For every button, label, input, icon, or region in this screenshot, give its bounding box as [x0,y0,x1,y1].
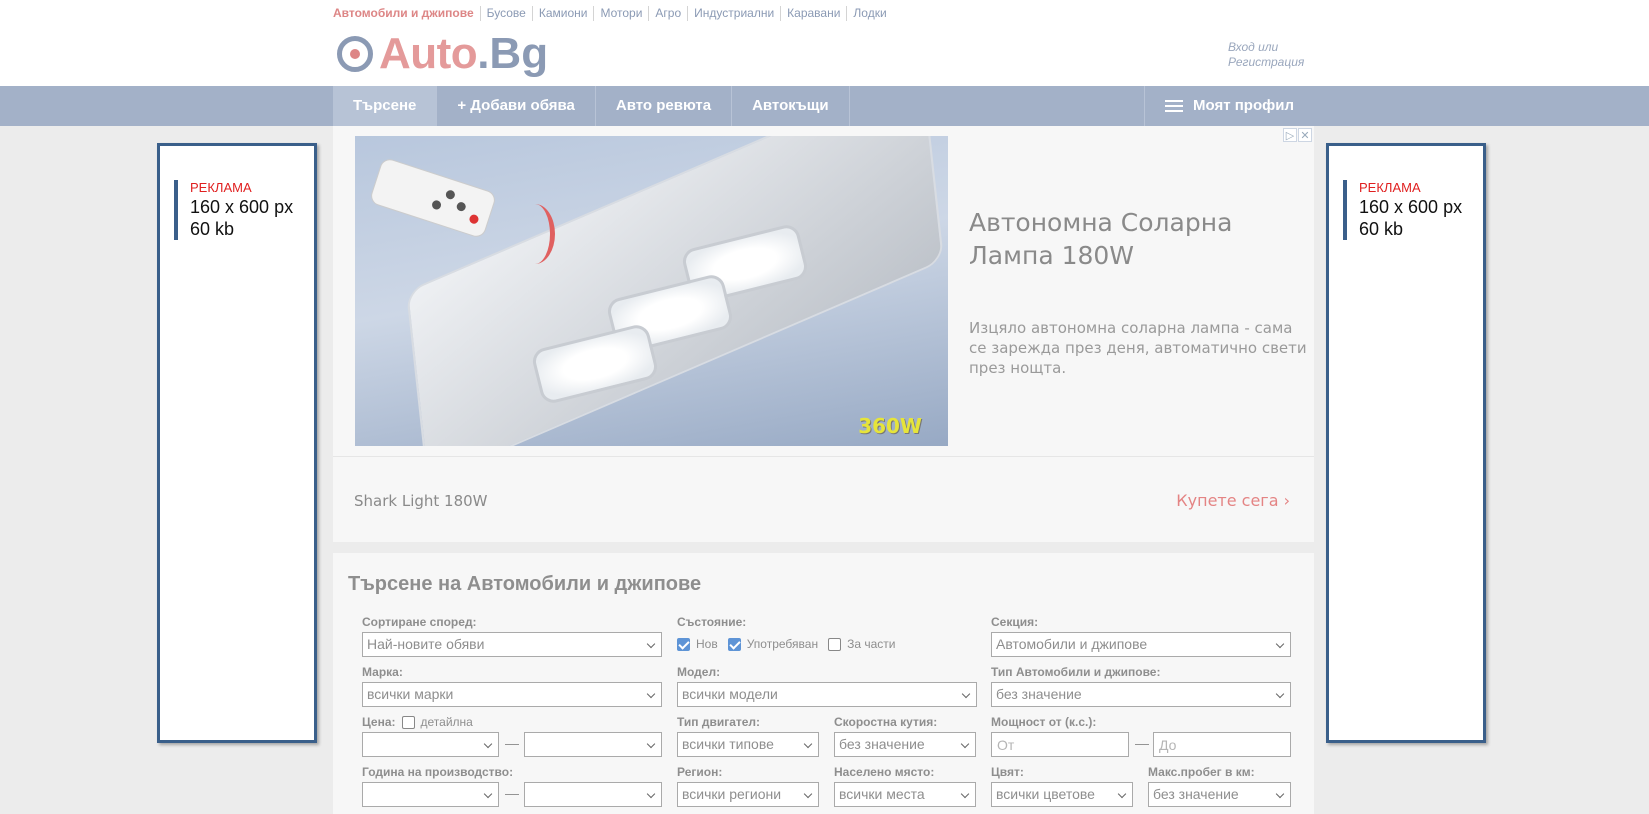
make-label: Марка: [362,665,403,679]
power-to-input[interactable]: До [1153,732,1291,757]
model-label: Модел: [677,665,721,679]
price-to-select[interactable] [524,732,662,757]
category-link-industrial[interactable]: Индустриални [687,6,780,21]
price-from-select[interactable] [362,732,499,757]
region-label: Регион: [677,765,723,779]
ad-title[interactable]: Автономна Соларна Лампа 180W [969,206,1289,272]
gearbox-label: Скоростна кутия: [834,715,938,729]
ad-close-icon[interactable]: ✕ [1298,128,1312,142]
price-detail-label: детайлна [420,715,473,729]
power-label: Мощност от (к.с.): [991,715,1097,729]
checkbox-checked-icon [727,637,741,651]
sort-label: Сортиране според: [362,615,477,629]
nav-my-profile[interactable]: Моят профил [1144,86,1314,126]
sponsored-ad[interactable]: ▷ ✕ 360W Автономна Соларна Лампа 180W Из… [333,126,1314,542]
site-logo[interactable]: Auto. Bg [337,29,549,78]
logo-text-dot: . [477,29,490,78]
category-link-agro[interactable]: Агро [648,6,687,21]
ad-footer: Shark Light 180W Купете сега › [333,456,1314,542]
color-label: Цвят: [991,765,1024,779]
category-link-vans[interactable]: Бусове [479,6,532,21]
ad-image[interactable]: 360W [355,136,948,446]
left-side-banner[interactable]: РЕКЛАМА 160 x 600 px 60 kb [157,143,317,743]
login-link[interactable]: Вход или [1228,40,1304,55]
range-dash: — [505,785,519,801]
checkbox-checked-icon [677,637,690,651]
nav-search[interactable]: Търсене [333,86,438,126]
year-from-select[interactable] [362,782,499,807]
search-form: Търсене на Автомобили и джипове Сортиран… [333,553,1314,814]
ad-watt-badge: 360W [858,414,922,438]
nav-add-listing[interactable]: + Добави обява [437,86,596,126]
engine-label: Тип двигател: [677,715,761,729]
state-used-label: Употребяван [746,637,819,651]
banner-weight: 60 kb [190,219,235,239]
logo-text-bg: Bg [489,29,549,78]
menu-icon [1165,99,1183,113]
price-detail-option[interactable]: детайлна [401,715,473,729]
range-dash: — [1135,735,1149,751]
ad-brand: Shark Light 180W [354,492,488,510]
right-side-banner[interactable]: РЕКЛАМА 160 x 600 px 60 kb [1326,143,1486,743]
engine-select[interactable]: всички типове [677,732,819,757]
search-title: Търсене на Автомобили и джипове [348,573,702,595]
gearbox-select[interactable]: без значение [834,732,976,757]
checkbox-icon [828,637,842,651]
model-select[interactable]: всички модели [677,682,977,707]
ad-choices: ▷ ✕ [1283,128,1312,142]
make-select[interactable]: всички марки [362,682,662,707]
target-logo-icon [337,36,373,72]
section-select[interactable]: Автомобили и джипове [991,632,1291,657]
category-link-boats[interactable]: Лодки [846,6,892,21]
year-label: Година на производство: [362,765,514,779]
category-link-cars[interactable]: Автомобили и джипове [333,6,480,21]
logo-text-auto: Auto [379,29,478,78]
city-select[interactable]: всички места [834,782,976,807]
price-label-row: Цена: детайлна [362,715,483,729]
category-link-motorcycles[interactable]: Мотори [593,6,648,21]
ad-buy-now-link[interactable]: Купете сега › [1176,491,1290,510]
nav-auto-reviews[interactable]: Авто ревюта [596,86,733,126]
mileage-label: Макс.пробег в км: [1148,765,1255,779]
banner-size: 160 x 600 px [1359,197,1463,217]
state-used-option[interactable]: Употребяван [727,637,819,651]
state-new-label: Нов [696,637,718,651]
mileage-select[interactable]: без значение [1148,782,1291,807]
power-from-input[interactable]: От [991,732,1129,757]
sort-select[interactable]: Най-новите обяви [362,632,662,657]
banner-label: РЕКЛАМА [1359,180,1421,195]
remote-control-graphic [368,156,498,240]
year-to-select[interactable] [524,782,662,807]
price-label: Цена: [362,715,396,729]
ad-description: Изцяло автономна соларна лампа - сама се… [969,319,1307,377]
state-parts-option[interactable]: За части [828,637,895,651]
city-label: Населено място: [834,765,935,779]
nav-dealers[interactable]: Автокъщи [732,86,850,126]
region-select[interactable]: всички региони [677,782,819,807]
checkbox-icon [401,715,415,729]
state-options: Нов Употребяван За части [677,637,905,651]
ad-info-icon[interactable]: ▷ [1283,128,1297,142]
state-parts-label: За части [847,637,896,651]
range-dash: — [505,735,519,751]
header: Автомобили и джипове Бусове Камиони Мото… [0,0,1649,86]
login-links: Вход или Регистрация [1228,40,1304,70]
category-link-trucks[interactable]: Камиони [531,6,594,21]
category-link-caravans[interactable]: Каравани [780,6,846,21]
state-new-option[interactable]: Нов [677,637,718,651]
color-select[interactable]: всички цветове [991,782,1133,807]
section-label: Секция: [991,615,1039,629]
signal-waves-icon [515,204,555,264]
type-select[interactable]: без значение [991,682,1291,707]
type-label: Тип Автомобили и джипове: [991,665,1161,679]
banner-size: 160 x 600 px [190,197,294,217]
category-bar: Автомобили и джипове Бусове Камиони Мото… [333,6,893,21]
nav-profile-label: Моят профил [1193,97,1294,114]
main-nav: Търсене + Добави обява Авто ревюта Авток… [0,86,1649,126]
banner-label: РЕКЛАМА [190,180,252,195]
banner-weight: 60 kb [1359,219,1404,239]
register-link[interactable]: Регистрация [1228,55,1304,70]
state-label: Състояние: [677,615,747,629]
